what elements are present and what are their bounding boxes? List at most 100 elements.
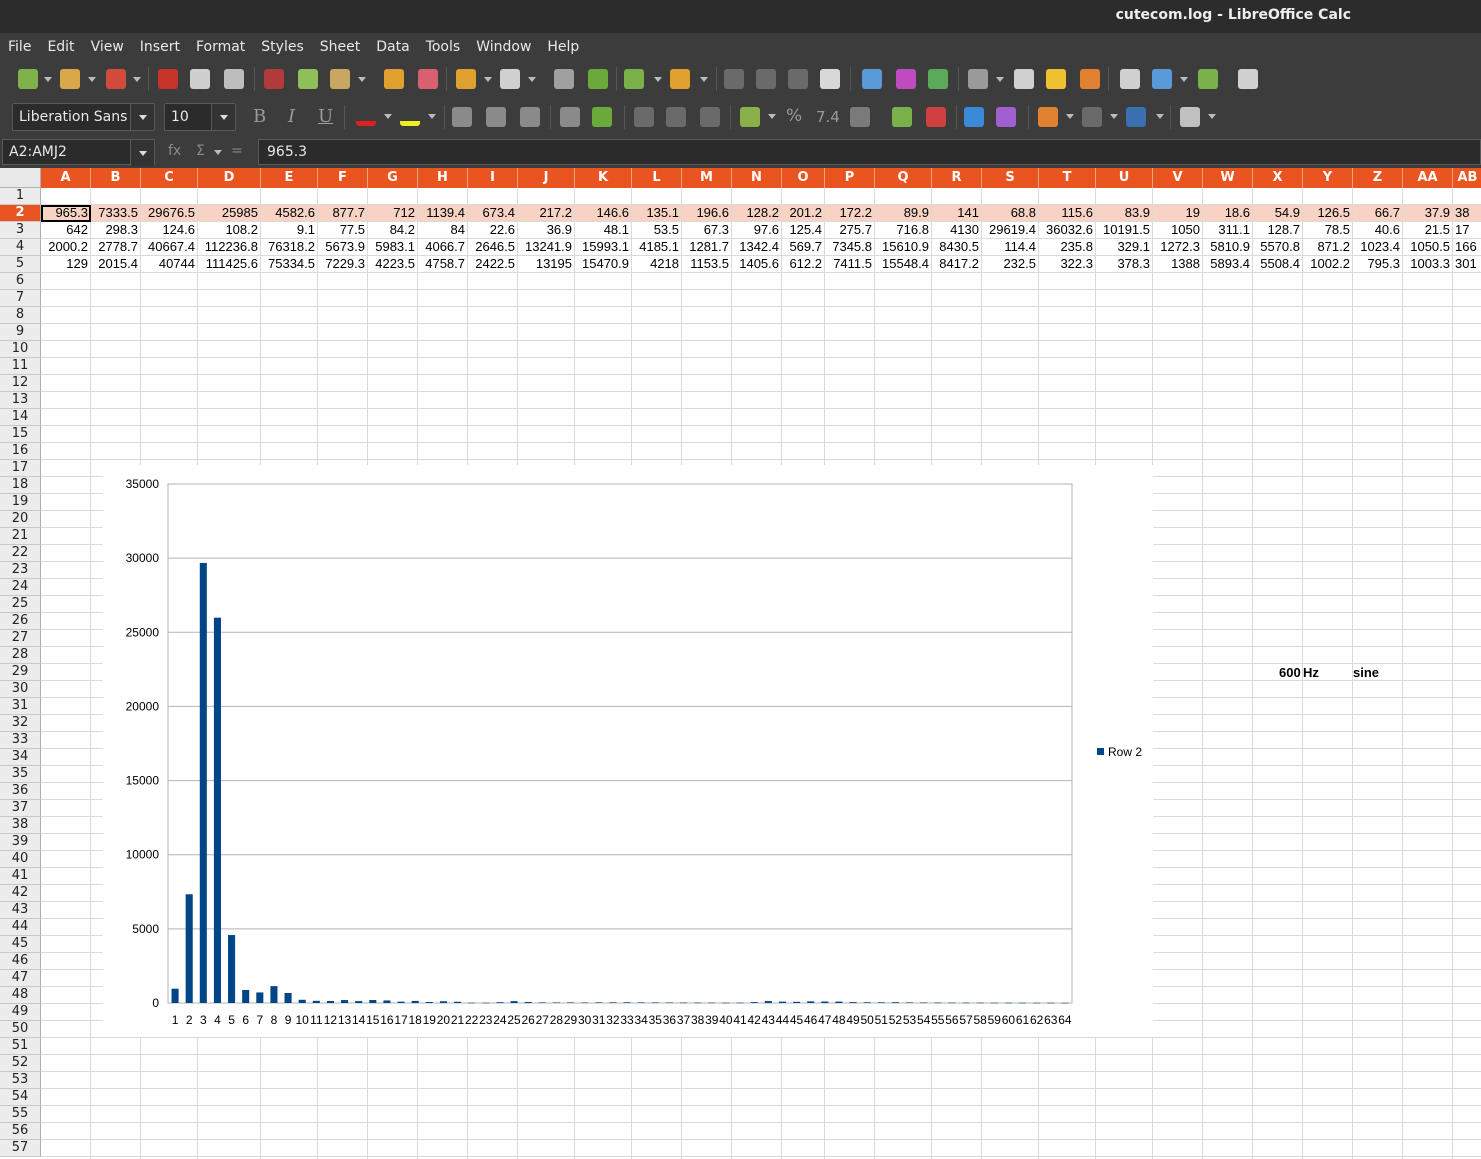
menu-view[interactable]: View <box>91 39 124 55</box>
cell-v2[interactable]: 19 <box>1153 205 1202 221</box>
row-header-40[interactable]: 40 <box>0 851 41 868</box>
column-header-t[interactable]: T <box>1039 168 1096 188</box>
decrease-indent-icon[interactable] <box>996 107 1016 127</box>
row-header-1[interactable]: 1 <box>0 188 41 205</box>
formula-input[interactable]: 965.3 <box>258 139 1481 165</box>
freeze-rows-columns-icon[interactable] <box>1152 69 1172 89</box>
wrap-text-icon[interactable] <box>560 107 580 127</box>
cell-w3[interactable]: 311.1 <box>1203 222 1252 238</box>
cell-o5[interactable]: 612.2 <box>782 256 824 272</box>
chevron-down-icon[interactable] <box>528 77 536 82</box>
cell-b5[interactable]: 2015.4 <box>91 256 140 272</box>
border-style-icon[interactable] <box>1082 107 1102 127</box>
cell-u3[interactable]: 10191.5 <box>1096 222 1152 238</box>
save-icon[interactable] <box>106 69 126 89</box>
cell-e5[interactable]: 75334.5 <box>261 256 317 272</box>
row-header-18[interactable]: 18 <box>0 477 41 494</box>
column-header-a[interactable]: A <box>41 168 91 188</box>
spelling-icon[interactable] <box>588 69 608 89</box>
cell-j4[interactable]: 13241.9 <box>518 239 574 255</box>
chevron-down-icon[interactable] <box>1156 114 1164 119</box>
column-header-m[interactable]: M <box>682 168 732 188</box>
column-header-u[interactable]: U <box>1096 168 1153 188</box>
cell-t5[interactable]: 322.3 <box>1039 256 1095 272</box>
cell-v4[interactable]: 1272.3 <box>1153 239 1202 255</box>
bold-button[interactable]: B <box>253 106 266 127</box>
cell-b2[interactable]: 7333.5 <box>91 205 140 221</box>
chevron-down-icon[interactable] <box>768 114 776 119</box>
print-icon[interactable] <box>190 69 210 89</box>
row-header-27[interactable]: 27 <box>0 630 41 647</box>
row-header-7[interactable]: 7 <box>0 290 41 307</box>
cell-o3[interactable]: 125.4 <box>782 222 824 238</box>
row-header-51[interactable]: 51 <box>0 1038 41 1055</box>
special-character-icon[interactable] <box>968 69 988 89</box>
sort-descending-icon[interactable] <box>788 69 808 89</box>
delete-decimal-icon[interactable] <box>926 107 946 127</box>
cell-x3[interactable]: 128.7 <box>1253 222 1302 238</box>
column-header-l[interactable]: L <box>632 168 682 188</box>
currency-format-icon[interactable] <box>740 107 760 127</box>
cell-g3[interactable]: 84.2 <box>368 222 417 238</box>
column-header-s[interactable]: S <box>982 168 1039 188</box>
align-center-icon[interactable] <box>486 107 506 127</box>
column-header-d[interactable]: D <box>198 168 261 188</box>
cell-f2[interactable]: 877.7 <box>318 205 367 221</box>
cell-y4[interactable]: 871.2 <box>1303 239 1352 255</box>
cell-s4[interactable]: 114.4 <box>982 239 1038 255</box>
row-header-35[interactable]: 35 <box>0 766 41 783</box>
wave-type-cell[interactable]: sine <box>1353 665 1379 680</box>
row-header-54[interactable]: 54 <box>0 1089 41 1106</box>
cell-i4[interactable]: 2646.5 <box>468 239 517 255</box>
row-header-38[interactable]: 38 <box>0 817 41 834</box>
row-header-21[interactable]: 21 <box>0 528 41 545</box>
chevron-down-icon[interactable] <box>428 114 436 119</box>
borders-icon[interactable] <box>1038 107 1058 127</box>
chevron-down-icon[interactable] <box>88 77 96 82</box>
cell-l5[interactable]: 4218 <box>632 256 681 272</box>
cell-b3[interactable]: 298.3 <box>91 222 140 238</box>
cell-t4[interactable]: 235.8 <box>1039 239 1095 255</box>
chevron-down-icon[interactable] <box>1066 114 1074 119</box>
chevron-down-icon[interactable] <box>211 104 235 130</box>
formula-icon[interactable]: = <box>231 143 243 159</box>
cell-c2[interactable]: 29676.5 <box>141 205 197 221</box>
embedded-chart[interactable]: 0 5000 10000 15000 20000 25000 30000 35000 1 2 3 4 5… <box>103 465 1153 1037</box>
row-icon[interactable] <box>624 69 644 89</box>
column-header-p[interactable]: P <box>825 168 875 188</box>
sort-ascending-icon[interactable] <box>756 69 776 89</box>
row-header-47[interactable]: 47 <box>0 970 41 987</box>
italic-button[interactable]: I <box>288 106 295 127</box>
clone-formatting-icon[interactable] <box>384 69 404 89</box>
cell-w5[interactable]: 5893.4 <box>1203 256 1252 272</box>
column-header-aa[interactable]: AA <box>1403 168 1453 188</box>
cell-aa5[interactable]: 1003.3 <box>1403 256 1452 272</box>
number-format-button[interactable]: 7.4 <box>816 108 840 126</box>
cell-m4[interactable]: 1281.7 <box>682 239 731 255</box>
menu-sheet[interactable]: Sheet <box>320 39 360 55</box>
cell-v5[interactable]: 1388 <box>1153 256 1202 272</box>
align-right-icon[interactable] <box>520 107 540 127</box>
autofilter-icon[interactable] <box>820 69 840 89</box>
cell-j5[interactable]: 13195 <box>518 256 574 272</box>
cell-l2[interactable]: 135.1 <box>632 205 681 221</box>
cell-w2[interactable]: 18.6 <box>1203 205 1252 221</box>
row-header-20[interactable]: 20 <box>0 511 41 528</box>
cell-v3[interactable]: 1050 <box>1153 222 1202 238</box>
cell-s3[interactable]: 29619.4 <box>982 222 1038 238</box>
cell-m5[interactable]: 1153.5 <box>682 256 731 272</box>
cell-a3[interactable]: 642 <box>41 222 90 238</box>
cell-q5[interactable]: 15548.4 <box>875 256 931 272</box>
open-folder-icon[interactable] <box>60 69 80 89</box>
cell-n4[interactable]: 1342.4 <box>732 239 781 255</box>
column-header-c[interactable]: C <box>141 168 198 188</box>
function-wizard-icon[interactable]: fx <box>168 143 181 159</box>
cell-n2[interactable]: 128.2 <box>732 205 781 221</box>
chevron-down-icon[interactable] <box>130 104 154 130</box>
cell-aa2[interactable]: 37.9 <box>1403 205 1452 221</box>
cell-f5[interactable]: 7229.3 <box>318 256 367 272</box>
cell-c3[interactable]: 124.6 <box>141 222 197 238</box>
cell-m2[interactable]: 196.6 <box>682 205 731 221</box>
row-header-52[interactable]: 52 <box>0 1055 41 1072</box>
cell-o4[interactable]: 569.7 <box>782 239 824 255</box>
